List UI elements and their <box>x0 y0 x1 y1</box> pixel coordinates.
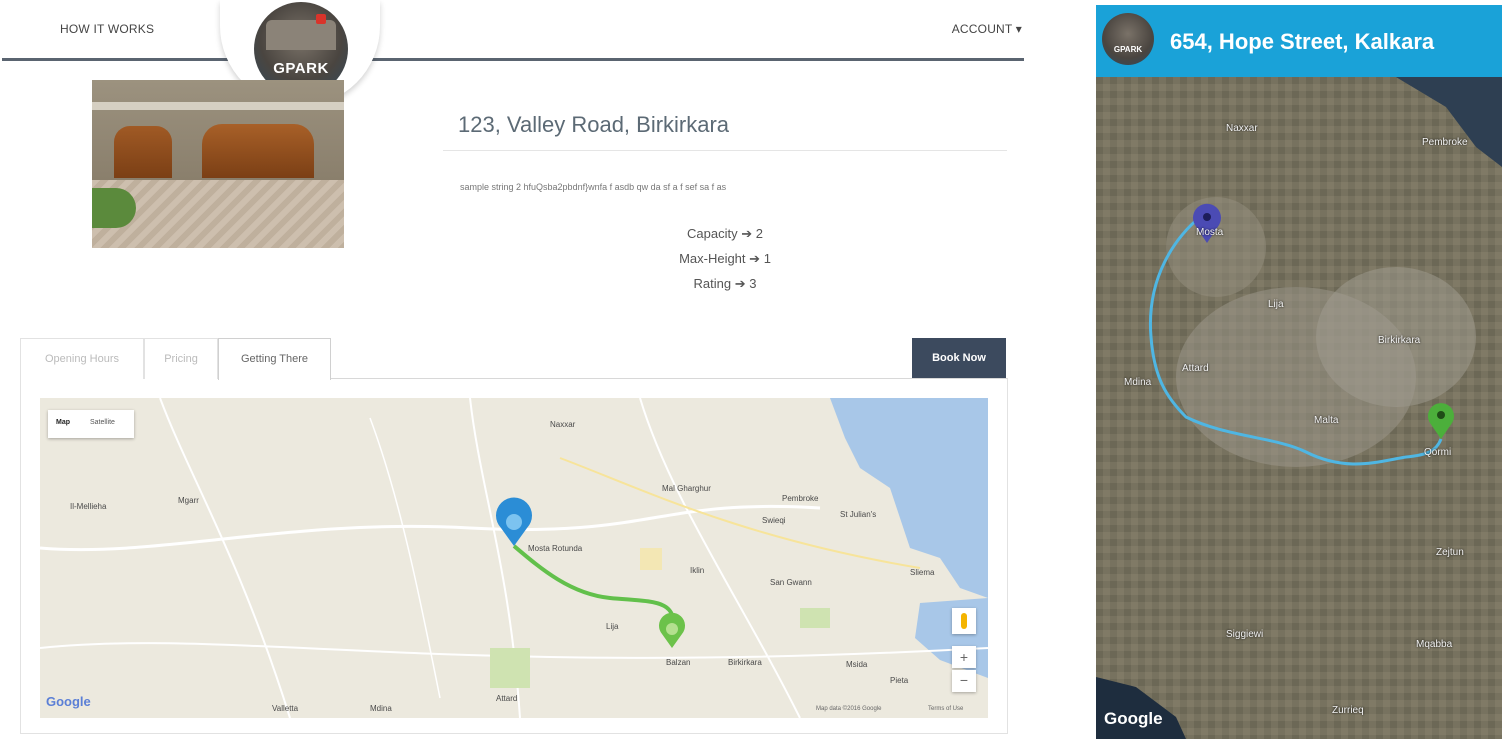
stat-rating: Rating ➔ 3 <box>600 276 850 292</box>
map-label: Zurrieq <box>1332 705 1364 716</box>
map-type-control: Map Satellite <box>48 410 134 438</box>
nav-how-it-works-link[interactable]: HOW IT WORKS <box>60 22 154 36</box>
map-label: Malta <box>1314 415 1339 426</box>
stat-value: 2 <box>755 226 763 241</box>
mobile-screen: GPARK 654, Hope Street, Kalkara Naxxar P… <box>1096 5 1502 739</box>
map-canvas <box>40 398 988 718</box>
map-label: Il-Mellieha <box>70 502 107 511</box>
map-label: Valletta <box>272 704 299 713</box>
stat-label: Max-Height <box>679 251 746 266</box>
desktop-page: HOW IT WORKS ACCOUNT ▾ GPARK 123, Valley… <box>0 0 1030 742</box>
street-view-pegman-icon[interactable] <box>952 608 976 634</box>
place-title: 123, Valley Road, Birkirkara <box>458 112 730 137</box>
map-label: Iklin <box>690 566 705 575</box>
arrow-right-icon: ➔ <box>741 226 753 241</box>
map-label: Mgarr <box>178 496 199 505</box>
map-label: Pieta <box>890 676 909 685</box>
map-label: Pembroke <box>1422 137 1468 148</box>
map-label: Msida <box>846 660 868 669</box>
tab-pricing[interactable]: Pricing <box>144 338 218 379</box>
logo-text: GPARK <box>273 60 329 77</box>
mobile-logo-icon[interactable]: GPARK <box>1102 13 1154 65</box>
zoom-out-button[interactable]: − <box>952 670 976 692</box>
map-label: Mdina <box>370 704 392 713</box>
route-map[interactable]: Naxxar Pembroke Mgarr Mal Gharghur Swieq… <box>40 398 988 718</box>
map-label: Balzan <box>666 658 691 667</box>
stat-label: Capacity <box>687 226 738 241</box>
map-label: Naxxar <box>550 420 576 429</box>
map-label: Siggiewi <box>1226 629 1264 640</box>
map-credit: Map data ©2016 Google <box>816 706 882 712</box>
google-logo: Google <box>46 694 91 709</box>
map-type-satellite-button[interactable]: Satellite <box>90 419 115 426</box>
tab-getting-there[interactable]: Getting There <box>218 338 331 380</box>
start-pin-icon[interactable] <box>495 497 532 546</box>
zoom-in-button[interactable]: + <box>952 646 976 668</box>
book-now-button[interactable]: Book Now <box>912 338 1006 378</box>
map-label: St Julian's <box>840 510 877 519</box>
map-label: Birkirkara <box>1378 335 1421 346</box>
parking-photo <box>92 80 344 248</box>
end-pin-icon[interactable] <box>658 612 686 648</box>
title-divider <box>443 150 1007 151</box>
map-label: Attard <box>496 694 518 703</box>
map-type-map-button[interactable]: Map <box>56 419 70 426</box>
map-label: Naxxar <box>1226 123 1258 134</box>
stat-max-height: Max-Height ➔ 1 <box>600 251 850 267</box>
map-label: Zejtun <box>1436 547 1464 558</box>
map-label: Lija <box>1268 299 1284 310</box>
map-label: Lija <box>606 622 619 631</box>
satellite-map[interactable]: Naxxar Pembroke Mosta Lija Birkirkara At… <box>1096 77 1502 739</box>
map-label: Mqabba <box>1416 639 1453 650</box>
mobile-address-title: 654, Hope Street, Kalkara <box>1170 29 1435 54</box>
stat-value: 3 <box>749 276 757 291</box>
arrow-right-icon: ➔ <box>734 276 746 291</box>
map-label: Mdina <box>1124 377 1152 388</box>
map-label: Qormi <box>1424 447 1452 458</box>
mobile-header: GPARK 654, Hope Street, Kalkara <box>1096 5 1502 77</box>
stat-capacity: Capacity ➔ 2 <box>600 226 850 242</box>
nav-account-menu[interactable]: ACCOUNT ▾ <box>952 22 1022 36</box>
stat-value: 1 <box>763 251 771 266</box>
google-logo: Google <box>1104 709 1163 728</box>
mobile-logo-text: GPARK <box>1113 45 1143 54</box>
arrow-right-icon: ➔ <box>749 251 761 266</box>
stat-label: Rating <box>693 276 732 291</box>
map-label: Sliema <box>910 568 935 577</box>
tab-opening-hours[interactable]: Opening Hours <box>20 338 144 379</box>
map-label: Attard <box>1182 363 1209 374</box>
map-label: Swieqi <box>762 516 786 525</box>
map-label: Birkirkara <box>728 658 762 667</box>
map-label: Mosta <box>1196 227 1224 238</box>
map-label: Pembroke <box>782 494 819 503</box>
map-label: San Gwann <box>770 578 812 587</box>
map-terms-link[interactable]: Terms of Use <box>928 706 963 712</box>
map-label: Mosta Rotunda <box>528 544 583 553</box>
map-label: Mal Gharghur <box>662 484 711 493</box>
composite-screenshot: HOW IT WORKS ACCOUNT ▾ GPARK 123, Valley… <box>0 0 1505 742</box>
nav-divider <box>2 58 1024 61</box>
place-description: sample string 2 hfuQsba2pbdnf}wnfa f asd… <box>460 182 727 192</box>
